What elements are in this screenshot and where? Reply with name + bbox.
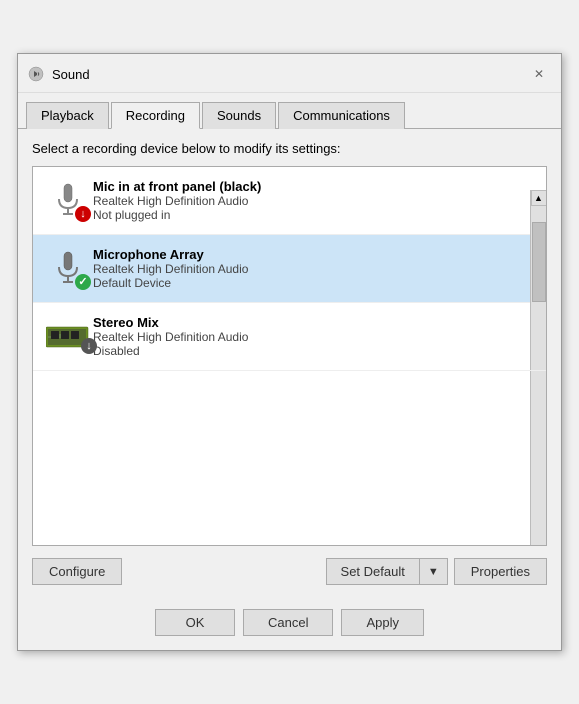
device-item-mic-array[interactable]: ✓ Microphone Array Realtek High Definiti… xyxy=(33,235,546,303)
device-info-1: Mic in at front panel (black) Realtek Hi… xyxy=(93,179,536,222)
device-info-2: Microphone Array Realtek High Definition… xyxy=(93,247,536,290)
device-driver-1: Realtek High Definition Audio xyxy=(93,194,536,208)
apply-button[interactable]: Apply xyxy=(341,609,424,636)
close-button[interactable]: ✕ xyxy=(527,62,551,86)
set-default-split: Set Default ▼ xyxy=(326,558,448,585)
ok-button[interactable]: OK xyxy=(155,609,235,636)
set-default-dropdown[interactable]: ▼ xyxy=(420,559,447,584)
tab-recording[interactable]: Recording xyxy=(111,102,200,129)
device-driver-2: Realtek High Definition Audio xyxy=(93,262,536,276)
set-default-button[interactable]: Set Default xyxy=(327,559,420,584)
status-badge-2: ✓ xyxy=(75,274,91,290)
instruction-text: Select a recording device below to modif… xyxy=(32,141,547,156)
scroll-arrow-up[interactable]: ▲ xyxy=(531,190,547,206)
tab-sounds[interactable]: Sounds xyxy=(202,102,276,129)
properties-button[interactable]: Properties xyxy=(454,558,547,585)
tab-bar: Playback Recording Sounds Communications xyxy=(18,93,561,128)
tab-communications[interactable]: Communications xyxy=(278,102,405,129)
title-bar-left: Sound xyxy=(28,66,90,82)
device-item-stereo-mix[interactable]: ↓ Stereo Mix Realtek High Definition Aud… xyxy=(33,303,546,371)
status-badge-1: ↓ xyxy=(75,206,91,222)
device-icon-wrap-2: ✓ xyxy=(43,250,93,288)
status-badge-3: ↓ xyxy=(81,338,97,354)
sound-icon xyxy=(28,66,44,82)
device-status-3: Disabled xyxy=(93,344,536,358)
sound-dialog: Sound ✕ Playback Recording Sounds Commun… xyxy=(17,53,562,651)
device-list: ↓ Mic in at front panel (black) Realtek … xyxy=(32,166,547,546)
device-name-2: Microphone Array xyxy=(93,247,536,262)
device-info-3: Stereo Mix Realtek High Definition Audio… xyxy=(93,315,536,358)
main-content: Select a recording device below to modif… xyxy=(18,128,561,599)
scroll-thumb[interactable] xyxy=(532,222,546,302)
device-name-1: Mic in at front panel (black) xyxy=(93,179,536,194)
device-item-mic-front[interactable]: ↓ Mic in at front panel (black) Realtek … xyxy=(33,167,546,235)
configure-button[interactable]: Configure xyxy=(32,558,122,585)
device-name-3: Stereo Mix xyxy=(93,315,536,330)
window-title: Sound xyxy=(52,67,90,82)
device-driver-3: Realtek High Definition Audio xyxy=(93,330,536,344)
device-status-2: Default Device xyxy=(93,276,536,290)
cancel-button[interactable]: Cancel xyxy=(243,609,333,636)
action-button-row: Configure Set Default ▼ Properties xyxy=(32,558,547,585)
device-icon-wrap-3: ↓ xyxy=(43,322,93,352)
tab-playback[interactable]: Playback xyxy=(26,102,109,129)
device-icon-wrap-1: ↓ xyxy=(43,182,93,220)
device-status-1: Not plugged in xyxy=(93,208,536,222)
title-bar: Sound ✕ xyxy=(18,54,561,93)
dialog-button-row: OK Cancel Apply xyxy=(18,599,561,650)
